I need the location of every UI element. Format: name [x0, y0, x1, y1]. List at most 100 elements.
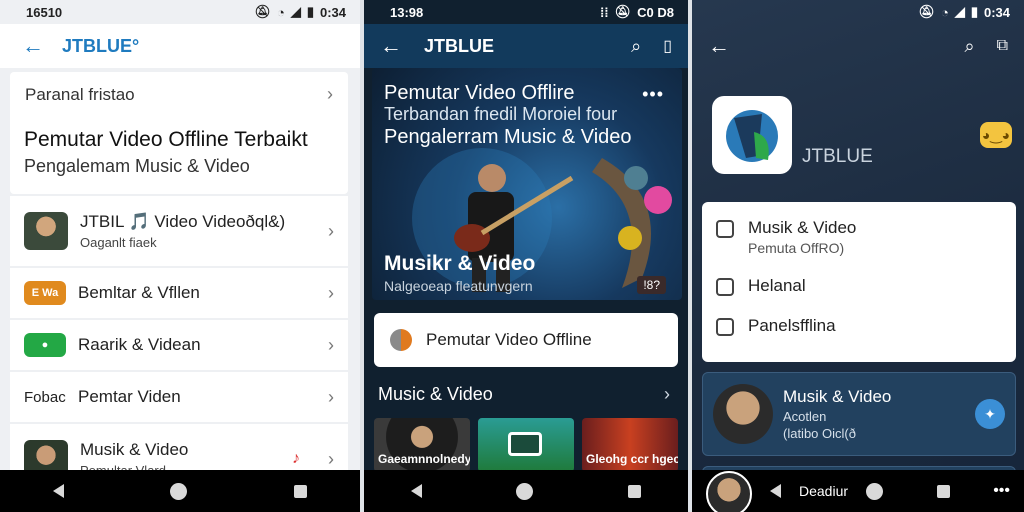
- chevron-right-icon: ›: [664, 384, 670, 404]
- card-title: Musik & Video: [783, 387, 892, 406]
- status-icons: ⁞⁞ 🔕︎ C0 D8: [600, 4, 674, 20]
- wifi-icon: ◔: [276, 4, 285, 20]
- more-dots-icon[interactable]: •••: [993, 482, 1010, 500]
- menu-item-helanal[interactable]: Helanal: [716, 276, 1016, 296]
- thumbnail-row: Gaeamnnolnedy Gleohg ccr hgec: [374, 418, 688, 472]
- list-item[interactable]: Fobac Pemtar Viden ›: [10, 372, 348, 422]
- chevron-right-icon: ›: [328, 448, 334, 469]
- back-arrow-icon[interactable]: ←: [380, 35, 402, 57]
- video-list: JTBIL 🎵 Video Videoðql&) Oaganlt fiaek ›…: [10, 196, 348, 496]
- video-thumbnail[interactable]: Gaeamnnolnedy: [374, 418, 470, 472]
- sparkle-button[interactable]: ✦: [975, 399, 1005, 429]
- app-bar: ← JTBLUE°: [0, 24, 360, 68]
- list-item-label: JTBIL 🎵 Video Videoðql&): [80, 212, 286, 231]
- menu-item-music-video[interactable]: Musik & Video Pemuta OffRO): [716, 218, 1016, 256]
- home-icon[interactable]: [516, 482, 534, 500]
- chevron-right-icon: ›: [328, 282, 334, 303]
- video-thumbnail[interactable]: [478, 418, 574, 472]
- signal-icon: ◢: [954, 4, 965, 19]
- back-icon[interactable]: [770, 484, 781, 498]
- status-bar: 13:98 ⁞⁞ 🔕︎ C0 D8: [364, 0, 688, 24]
- app-title: JTBLUE°: [62, 35, 140, 56]
- list-item-label: Musik & Video: [80, 440, 189, 459]
- offline-player-button-label: Pemutar Video Offline: [426, 330, 592, 349]
- tv-icon: [508, 432, 542, 456]
- artist-card[interactable]: Musik & Video Acotlen (latibo Oicl(ð ✦: [702, 372, 1016, 456]
- hero-title: Pemutar Video Offlire: [384, 82, 575, 104]
- list-item-prefix: Fobac: [24, 388, 66, 406]
- system-nav-bar: [0, 470, 360, 512]
- list-item[interactable]: E Wa Bemltar & Vfllen ›: [10, 268, 348, 318]
- avatar[interactable]: [706, 471, 752, 512]
- status-clock: C0 D8: [637, 4, 674, 20]
- system-nav-bar: Deadiur •••: [692, 470, 1024, 512]
- back-icon[interactable]: [411, 484, 423, 498]
- jtblue-logo-icon: [726, 110, 778, 162]
- section-header[interactable]: Music & Video ›: [378, 384, 670, 405]
- list-item-label: Raarik & Videan: [78, 335, 201, 354]
- music-note-icon: ♪: [292, 450, 300, 467]
- hero-banner[interactable]: Pemutar Video Offlire Terbandan fnedil M…: [372, 68, 682, 300]
- wifi-icon: ◔: [940, 4, 949, 20]
- bookmark-icon: [716, 278, 734, 296]
- recents-icon[interactable]: [937, 484, 951, 498]
- back-arrow-icon[interactable]: ←: [708, 35, 730, 57]
- signal-icon: ◢: [290, 4, 301, 19]
- battery-icon: ▮: [306, 4, 314, 19]
- emoji-reaction-icon[interactable]: ◕‿◕: [980, 122, 1012, 148]
- recents-icon[interactable]: [627, 484, 641, 498]
- menu-item-panels[interactable]: Panelsfflina: [716, 316, 1016, 336]
- system-nav-bar: [364, 470, 688, 512]
- list-item-label: Bemltar & Vfllen: [78, 283, 200, 302]
- app-logo: [712, 96, 792, 174]
- now-playing-label: Deadiur: [799, 483, 849, 499]
- app-title: JTBLUE: [424, 35, 495, 56]
- battery-icon: ▮: [970, 4, 978, 19]
- share-icon[interactable]: ▯: [663, 36, 672, 56]
- card-subtitle: Acotlen: [783, 409, 827, 424]
- thumbnail-label: Gleohg ccr hgec: [586, 452, 678, 466]
- page-subtitle: Pengalemam Music & Video: [24, 156, 250, 176]
- card-detail: (latibo Oicl(ð: [783, 426, 856, 441]
- thumbnail-label: Gaeamnnolnedy: [378, 452, 470, 466]
- phone-screen-list: 16510 🔕︎ ◔ ◢ ▮ 0:34 ← JTBLUE° Paranal fr…: [0, 0, 360, 512]
- hero-music-title: Musikr & Video: [384, 252, 536, 275]
- more-dots-icon[interactable]: •••: [642, 84, 664, 105]
- menu-item-sub: Pemuta OffRO): [748, 240, 845, 256]
- chevron-right-icon: ›: [327, 84, 333, 104]
- back-arrow-icon[interactable]: ←: [22, 35, 44, 57]
- file-icon: [716, 318, 734, 336]
- avatar: [713, 384, 773, 444]
- brand-name: JTBLUE: [802, 146, 873, 167]
- share-icon[interactable]: ⧉: [997, 37, 1008, 55]
- status-bar: 🔕︎ ◔ ◢ ▮ 0:34: [692, 0, 1024, 24]
- home-icon[interactable]: [170, 482, 188, 500]
- back-icon[interactable]: [53, 484, 65, 498]
- list-item[interactable]: ● Raarik & Videan ›: [10, 320, 348, 370]
- search-icon[interactable]: ⌕: [964, 36, 974, 57]
- avatar: [24, 212, 68, 250]
- mute-icon: 🔕︎: [918, 4, 935, 19]
- menu-item-label: Musik & Video: [748, 218, 857, 237]
- subheader-label: Paranal fristao: [25, 84, 135, 104]
- chevron-right-icon: ›: [328, 334, 334, 355]
- recents-icon[interactable]: [293, 484, 307, 498]
- list-item-label: Pemtar Viden: [78, 387, 181, 406]
- status-clock: 0:34: [983, 4, 1010, 20]
- page-title: Pemutar Video Offline Terbaikt: [24, 128, 308, 151]
- hero-badge: !8?: [637, 276, 666, 294]
- app-thumb-icon: E Wa: [24, 281, 66, 305]
- home-icon[interactable]: [866, 482, 884, 500]
- offline-player-button[interactable]: Pemutar Video Offline: [374, 313, 678, 367]
- player-logo-icon: [390, 329, 412, 351]
- search-icon[interactable]: ⌕: [631, 36, 641, 57]
- list-item-sub: Oaganlt fiaek: [80, 235, 157, 250]
- subheader-row[interactable]: Paranal fristao ›: [25, 84, 333, 105]
- hero-line-2: Terbandan fnedil Moroiel four: [384, 104, 618, 124]
- header-card: Paranal fristao › Pemutar Video Offline …: [10, 72, 348, 194]
- hand-icon: [716, 220, 734, 238]
- menu-item-label: Panelsfflina: [748, 316, 836, 335]
- list-item[interactable]: JTBIL 🎵 Video Videoðql&) Oaganlt fiaek ›: [10, 196, 348, 266]
- video-thumbnail[interactable]: Gleohg ccr hgec: [582, 418, 678, 472]
- status-clock: 0:34: [319, 4, 346, 20]
